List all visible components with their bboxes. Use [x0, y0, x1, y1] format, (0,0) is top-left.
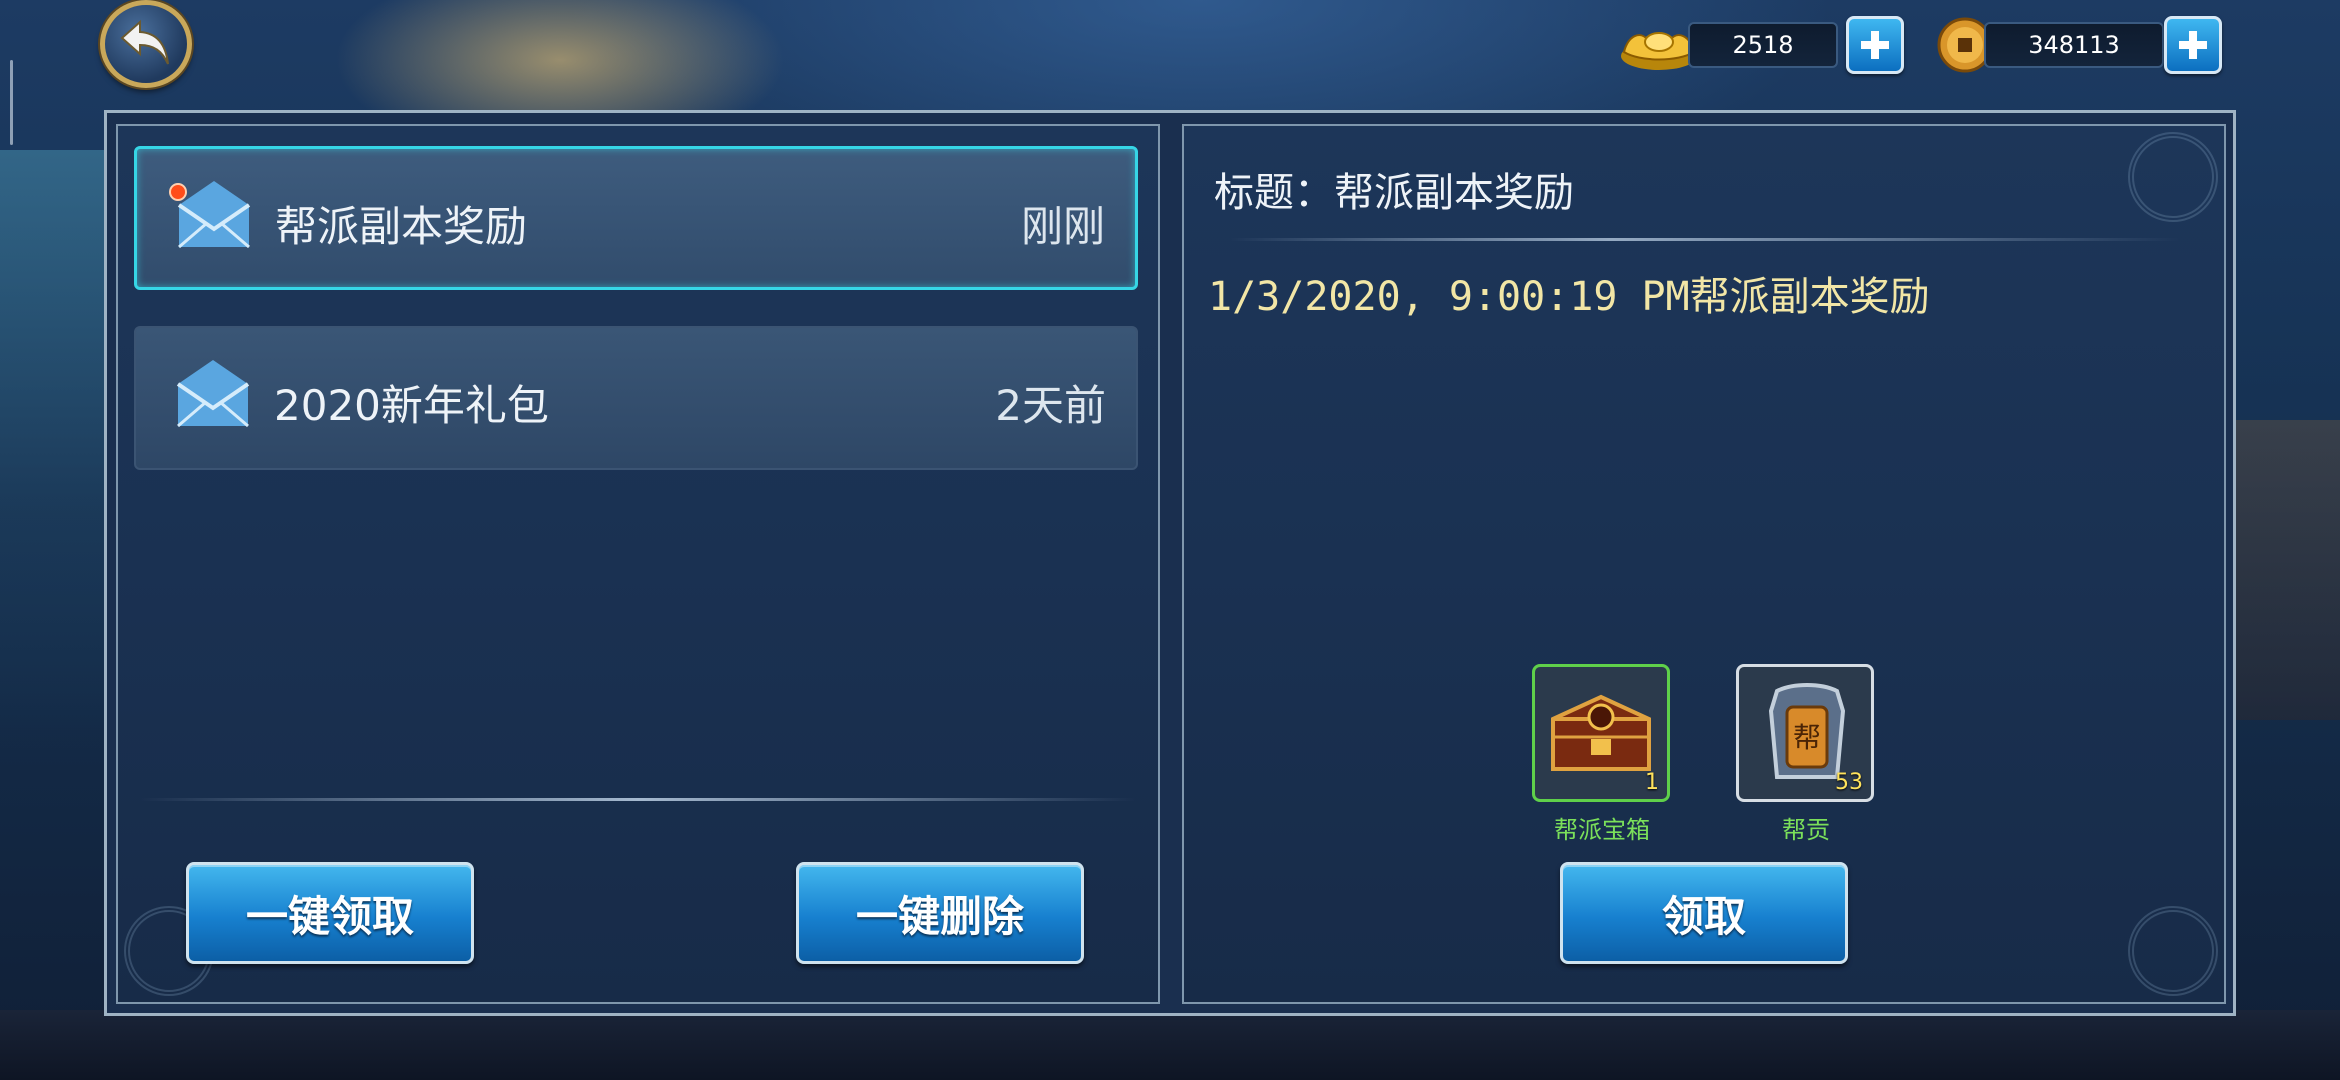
copper-coin-value: 348113 [1984, 22, 2164, 68]
background-ground [0, 1010, 2340, 1080]
reward-count: 1 [1645, 770, 1659, 795]
claim-all-button[interactable]: 一键领取 [186, 862, 474, 964]
delete-all-button[interactable]: 一键删除 [796, 862, 1084, 964]
svg-text:帮: 帮 [1793, 721, 1821, 754]
reward-name: 帮派宝箱 [1554, 816, 1650, 844]
corner-ornament [2128, 906, 2218, 996]
copper-coin-currency: 348113 [1936, 14, 2226, 76]
back-arrow-icon [120, 19, 169, 65]
reward-count: 53 [1835, 770, 1863, 795]
add-coin-button[interactable] [2164, 16, 2222, 74]
plus-icon [1861, 31, 1889, 59]
background-scenery-left [0, 150, 110, 750]
reward-name: 帮贡 [1782, 816, 1830, 844]
mail-time: 刚刚 [1020, 202, 1105, 251]
corner-ornament [2128, 132, 2218, 222]
mail-title: 帮派副本奖励 [275, 202, 528, 251]
envelope-icon [177, 181, 251, 249]
mail-detail-title: 标题：帮派副本奖励 [1214, 170, 1574, 216]
screen-edge-indicator [10, 60, 13, 145]
guild-chest-icon [1551, 694, 1651, 771]
gold-ingot-value: 2518 [1688, 22, 1838, 68]
background-scenery-right [2230, 420, 2340, 720]
list-divider [140, 798, 1136, 801]
add-gold-button[interactable] [1846, 16, 1904, 74]
claim-button[interactable]: 领取 [1560, 862, 1848, 964]
mail-title: 2020新年礼包 [274, 381, 549, 430]
mail-time: 2天前 [995, 381, 1106, 430]
detail-divider [1230, 238, 2180, 241]
reward-slot-guild-chest[interactable]: 1 [1532, 664, 1670, 802]
mail-detail-body: 1/3/2020, 9:00:19 PM帮派副本奖励 [1208, 274, 1930, 320]
back-button[interactable] [100, 0, 192, 88]
mail-item[interactable]: 2020新年礼包 2天前 [134, 326, 1138, 470]
mail-item[interactable]: 帮派副本奖励 刚刚 [134, 146, 1138, 290]
unread-dot [169, 183, 187, 201]
envelope-icon [176, 360, 250, 428]
plus-icon [2179, 31, 2207, 59]
reward-slot-guild-contribution[interactable]: 帮 53 [1736, 664, 1874, 802]
gold-ingot-currency: 2518 [1618, 14, 1908, 76]
